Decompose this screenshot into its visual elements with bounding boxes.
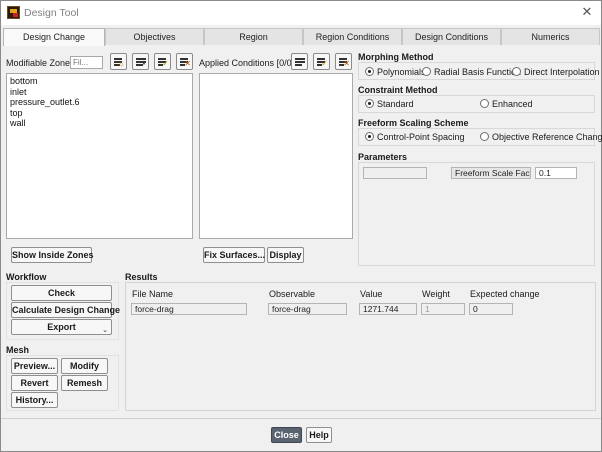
result-value: 1271.744 xyxy=(359,303,417,315)
footer-divider xyxy=(1,418,601,419)
result-expected-change[interactable]: 0 xyxy=(469,303,513,315)
result-observable: force-drag xyxy=(268,303,347,315)
workflow-title: Workflow xyxy=(6,272,47,282)
zone-filter-input[interactable] xyxy=(70,56,103,69)
list-item[interactable]: top xyxy=(7,108,192,119)
radio-enhanced[interactable] xyxy=(480,99,489,108)
chevron-down-icon: ▼ xyxy=(141,61,147,67)
constraint-method-title: Constraint Method xyxy=(358,85,438,95)
checkmark-icon: ✓ xyxy=(162,59,169,68)
results-header-expected-change: Expected change xyxy=(470,289,540,299)
applied-conditions-list[interactable] xyxy=(199,73,353,239)
display-button[interactable]: Display xyxy=(267,247,304,263)
radio-standard-label: Standard xyxy=(377,99,414,109)
select-all-zones-button[interactable]: ☼ xyxy=(110,53,127,70)
results-header-value: Value xyxy=(360,289,383,299)
applied-conditions-label: Applied Conditions [0/0] xyxy=(199,58,294,68)
tab-design-conditions[interactable]: Design Conditions xyxy=(402,28,501,45)
design-tool-window: Design Tool ✕ Design Change Objectives R… xyxy=(0,0,602,452)
list-item[interactable]: wall xyxy=(7,118,192,129)
parameters-title: Parameters xyxy=(358,152,408,162)
preview-button[interactable]: Preview... xyxy=(11,358,58,374)
modifiable-zones-label: Modifiable Zones xyxy=(6,58,75,68)
freeform-scale-factor-input[interactable]: 0.1 xyxy=(535,167,577,179)
radio-standard[interactable] xyxy=(365,99,374,108)
applied-list-options-button[interactable] xyxy=(291,53,308,70)
radio-objective-reference-change[interactable] xyxy=(480,132,489,141)
radio-radial-basis-function[interactable] xyxy=(422,67,431,76)
results-title: Results xyxy=(125,272,158,282)
modify-button[interactable]: Modify xyxy=(61,358,108,374)
applied-deselect-button[interactable]: ✕ xyxy=(335,53,352,70)
check-button[interactable]: Check xyxy=(11,285,112,301)
x-mark-icon: ✕ xyxy=(343,59,350,68)
modifiable-zones-list[interactable]: bottom inlet pressure_outlet.6 top wall xyxy=(6,73,193,239)
gear-icon: ☼ xyxy=(117,59,125,68)
list-item[interactable]: bottom xyxy=(7,76,192,87)
tab-region[interactable]: Region xyxy=(204,28,303,45)
tab-design-change[interactable]: Design Change xyxy=(3,28,105,46)
app-logo-icon xyxy=(7,6,20,19)
applied-conditions-title: Applied Conditions xyxy=(199,58,275,68)
list-item[interactable]: inlet xyxy=(7,87,192,98)
list-item[interactable]: pressure_outlet.6 xyxy=(7,97,192,108)
results-panel xyxy=(125,282,596,411)
morphing-method-title: Morphing Method xyxy=(358,52,434,62)
radio-enhanced-label: Enhanced xyxy=(492,99,533,109)
window-title: Design Tool xyxy=(24,7,79,19)
results-header-weight: Weight xyxy=(422,289,450,299)
fix-surfaces-button[interactable]: Fix Surfaces... xyxy=(203,247,265,263)
help-button[interactable]: Help xyxy=(306,427,332,443)
tab-objectives[interactable]: Objectives xyxy=(105,28,204,45)
radio-objective-reference-change-label: Objective Reference Change xyxy=(492,132,602,142)
deselect-all-zones-button[interactable]: ✕ xyxy=(176,53,193,70)
tab-numerics[interactable]: Numerics xyxy=(501,28,600,45)
list-options-button[interactable]: ▼ xyxy=(132,53,149,70)
close-button[interactable]: Close xyxy=(271,427,302,443)
tab-bar: Design Change Objectives Region Region C… xyxy=(3,28,600,46)
radio-control-point-spacing-label: Control-Point Spacing xyxy=(377,132,465,142)
export-dropdown-button[interactable]: Export ⌄ xyxy=(11,319,112,335)
result-file-name: force-drag xyxy=(131,303,247,315)
show-inside-zones-button[interactable]: Show Inside Zones xyxy=(11,247,94,263)
freeform-scale-factor-label: Freeform Scale Factor xyxy=(451,167,531,179)
radio-direct-interpolation-label: Direct Interpolation xyxy=(524,67,600,77)
result-weight[interactable]: 1 xyxy=(421,303,465,315)
calculate-design-change-button[interactable]: Calculate Design Change xyxy=(11,302,120,318)
radio-polynomials[interactable] xyxy=(365,67,374,76)
export-label: Export xyxy=(47,322,76,332)
mesh-title: Mesh xyxy=(6,345,30,355)
revert-button[interactable]: Revert xyxy=(11,375,58,391)
tab-region-conditions[interactable]: Region Conditions xyxy=(303,28,402,45)
x-mark-icon: ✕ xyxy=(184,59,191,68)
radio-direct-interpolation[interactable] xyxy=(512,67,521,76)
history-button[interactable]: History... xyxy=(11,392,58,408)
results-header-observable: Observable xyxy=(269,289,316,299)
checkmark-icon: ✓ xyxy=(321,59,328,68)
freeform-scaling-title: Freeform Scaling Scheme xyxy=(358,118,469,128)
chevron-down-icon: ⌄ xyxy=(102,327,108,334)
radio-radial-basis-function-label: Radial Basis Function xyxy=(434,67,522,77)
close-window-icon[interactable]: ✕ xyxy=(579,4,595,20)
title-bar: Design Tool ✕ xyxy=(1,1,601,25)
remesh-button[interactable]: Remesh xyxy=(61,375,108,391)
select-checked-button[interactable]: ✓ xyxy=(154,53,171,70)
results-header-file-name: File Name xyxy=(132,289,174,299)
applied-select-checked-button[interactable]: ✓ xyxy=(313,53,330,70)
radio-control-point-spacing[interactable] xyxy=(365,132,374,141)
parameter-blank-field xyxy=(363,167,427,179)
radio-polynomials-label: Polynomials xyxy=(377,67,426,77)
